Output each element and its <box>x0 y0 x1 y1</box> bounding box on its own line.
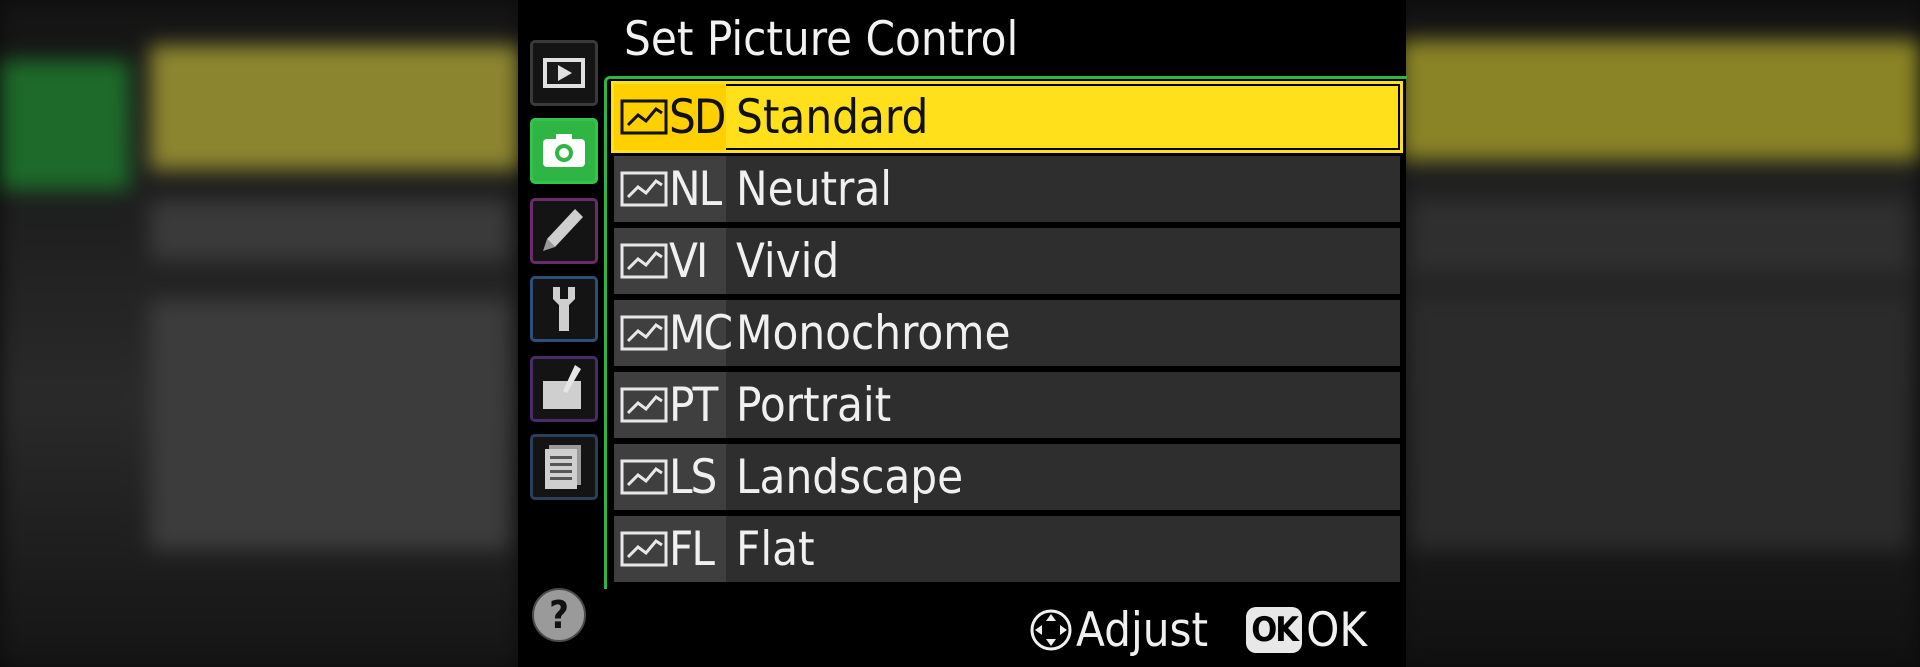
picture-control-code: SD <box>669 89 726 145</box>
picture-control-badge: VI <box>614 228 726 294</box>
tab-retouch[interactable] <box>530 356 598 422</box>
help-icon: ? <box>549 593 569 637</box>
picture-control-icon <box>620 531 668 567</box>
picture-control-code: FL <box>669 521 715 577</box>
button-hints: Adjust OK OK <box>1028 600 1367 660</box>
picture-control-icon <box>620 171 668 207</box>
menu-item-vivid[interactable]: VI Vivid <box>614 228 1400 294</box>
menu-item-monochrome[interactable]: MC Monochrome <box>614 300 1400 366</box>
page-title: Set Picture Control <box>624 12 1019 67</box>
picture-control-badge: MC <box>614 300 733 366</box>
menu-item-label: Monochrome <box>736 305 1011 361</box>
menu-tab-sidebar <box>524 40 604 510</box>
picture-control-icon <box>620 387 668 423</box>
camera-menu-screen: Set Picture Control ? SD Standard NL Neu… <box>518 0 1407 667</box>
tab-custom-settings[interactable] <box>530 198 598 264</box>
menu-item-label: Standard <box>736 89 929 145</box>
tab-shooting[interactable] <box>530 118 598 184</box>
menu-item-label: Vivid <box>736 233 840 289</box>
menu-item-standard[interactable]: SD Standard <box>611 81 1403 153</box>
ok-hint: OK <box>1306 602 1368 658</box>
wrench-icon <box>553 287 575 331</box>
menu-item-landscape[interactable]: LS Landscape <box>614 444 1400 510</box>
retouch-icon <box>543 365 581 409</box>
picture-control-badge: LS <box>614 444 726 510</box>
camera-icon <box>543 134 585 167</box>
picture-control-badge: PT <box>614 372 726 438</box>
menu-item-portrait[interactable]: PT Portrait <box>614 372 1400 438</box>
picture-control-badge: NL <box>614 156 726 222</box>
pencil-icon <box>543 209 583 251</box>
picture-control-icon <box>620 243 668 279</box>
picture-control-code: PT <box>669 377 718 433</box>
multi-selector-icon <box>1030 609 1072 651</box>
tab-my-menu[interactable] <box>530 434 598 500</box>
picture-control-code: NL <box>669 161 722 217</box>
tab-setup[interactable] <box>530 276 598 342</box>
menu-item-flat[interactable]: FL Flat <box>614 516 1400 582</box>
menu-item-label: Portrait <box>736 377 892 433</box>
picture-control-icon <box>620 459 668 495</box>
picture-control-badge: SD <box>614 84 726 150</box>
picture-control-code: MC <box>669 305 733 361</box>
picture-control-code: VI <box>669 233 708 289</box>
picture-control-code: LS <box>669 449 717 505</box>
picture-control-icon <box>620 99 668 135</box>
background-blur-right <box>1400 0 1920 667</box>
picture-control-list: SD Standard NL Neutral VI Vivid MC Monoc… <box>611 81 1403 588</box>
playback-icon <box>543 58 585 88</box>
adjust-hint: Adjust <box>1076 602 1209 658</box>
tab-playback[interactable] <box>530 40 598 106</box>
menu-item-label: Neutral <box>736 161 893 217</box>
my-menu-icon <box>545 445 581 489</box>
menu-item-label: Flat <box>736 521 815 577</box>
ok-button-icon: OK <box>1246 607 1303 653</box>
picture-control-icon <box>620 315 668 351</box>
menu-item-label: Landscape <box>736 449 964 505</box>
background-blur-left <box>0 0 520 667</box>
picture-control-badge: FL <box>614 516 726 582</box>
menu-item-neutral[interactable]: NL Neutral <box>614 156 1400 222</box>
help-button[interactable]: ? <box>532 588 586 642</box>
